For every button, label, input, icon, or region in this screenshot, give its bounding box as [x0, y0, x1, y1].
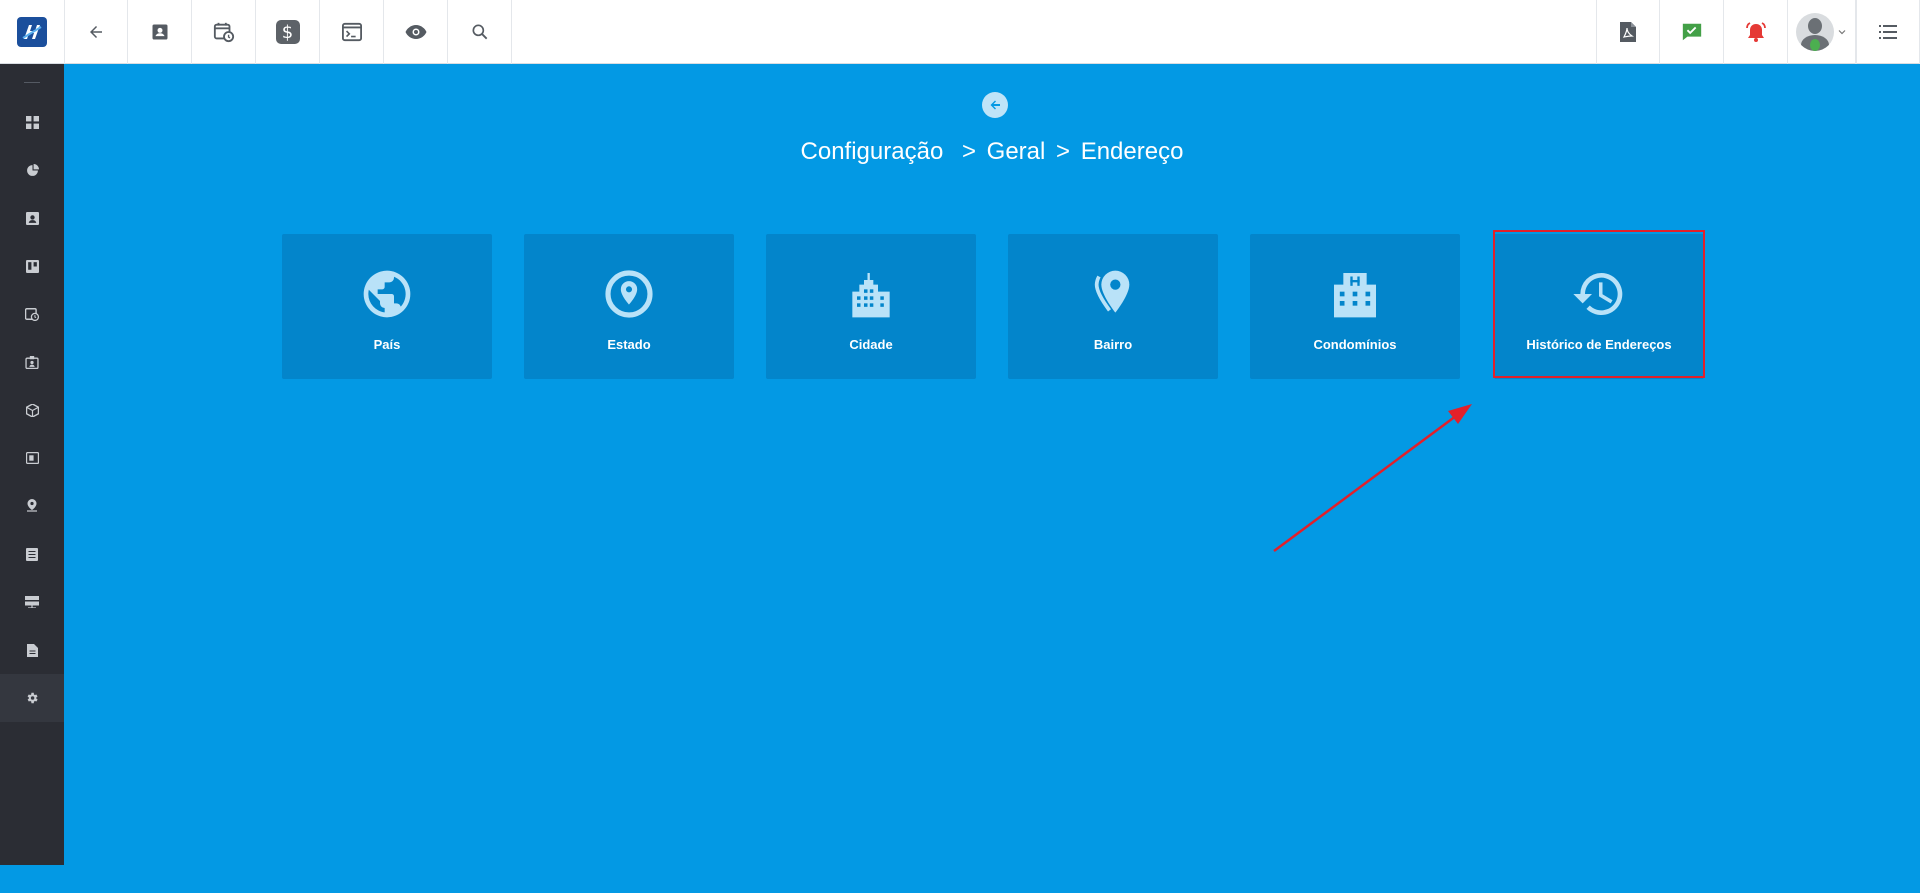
- annotation-arrow: [1273, 404, 1472, 553]
